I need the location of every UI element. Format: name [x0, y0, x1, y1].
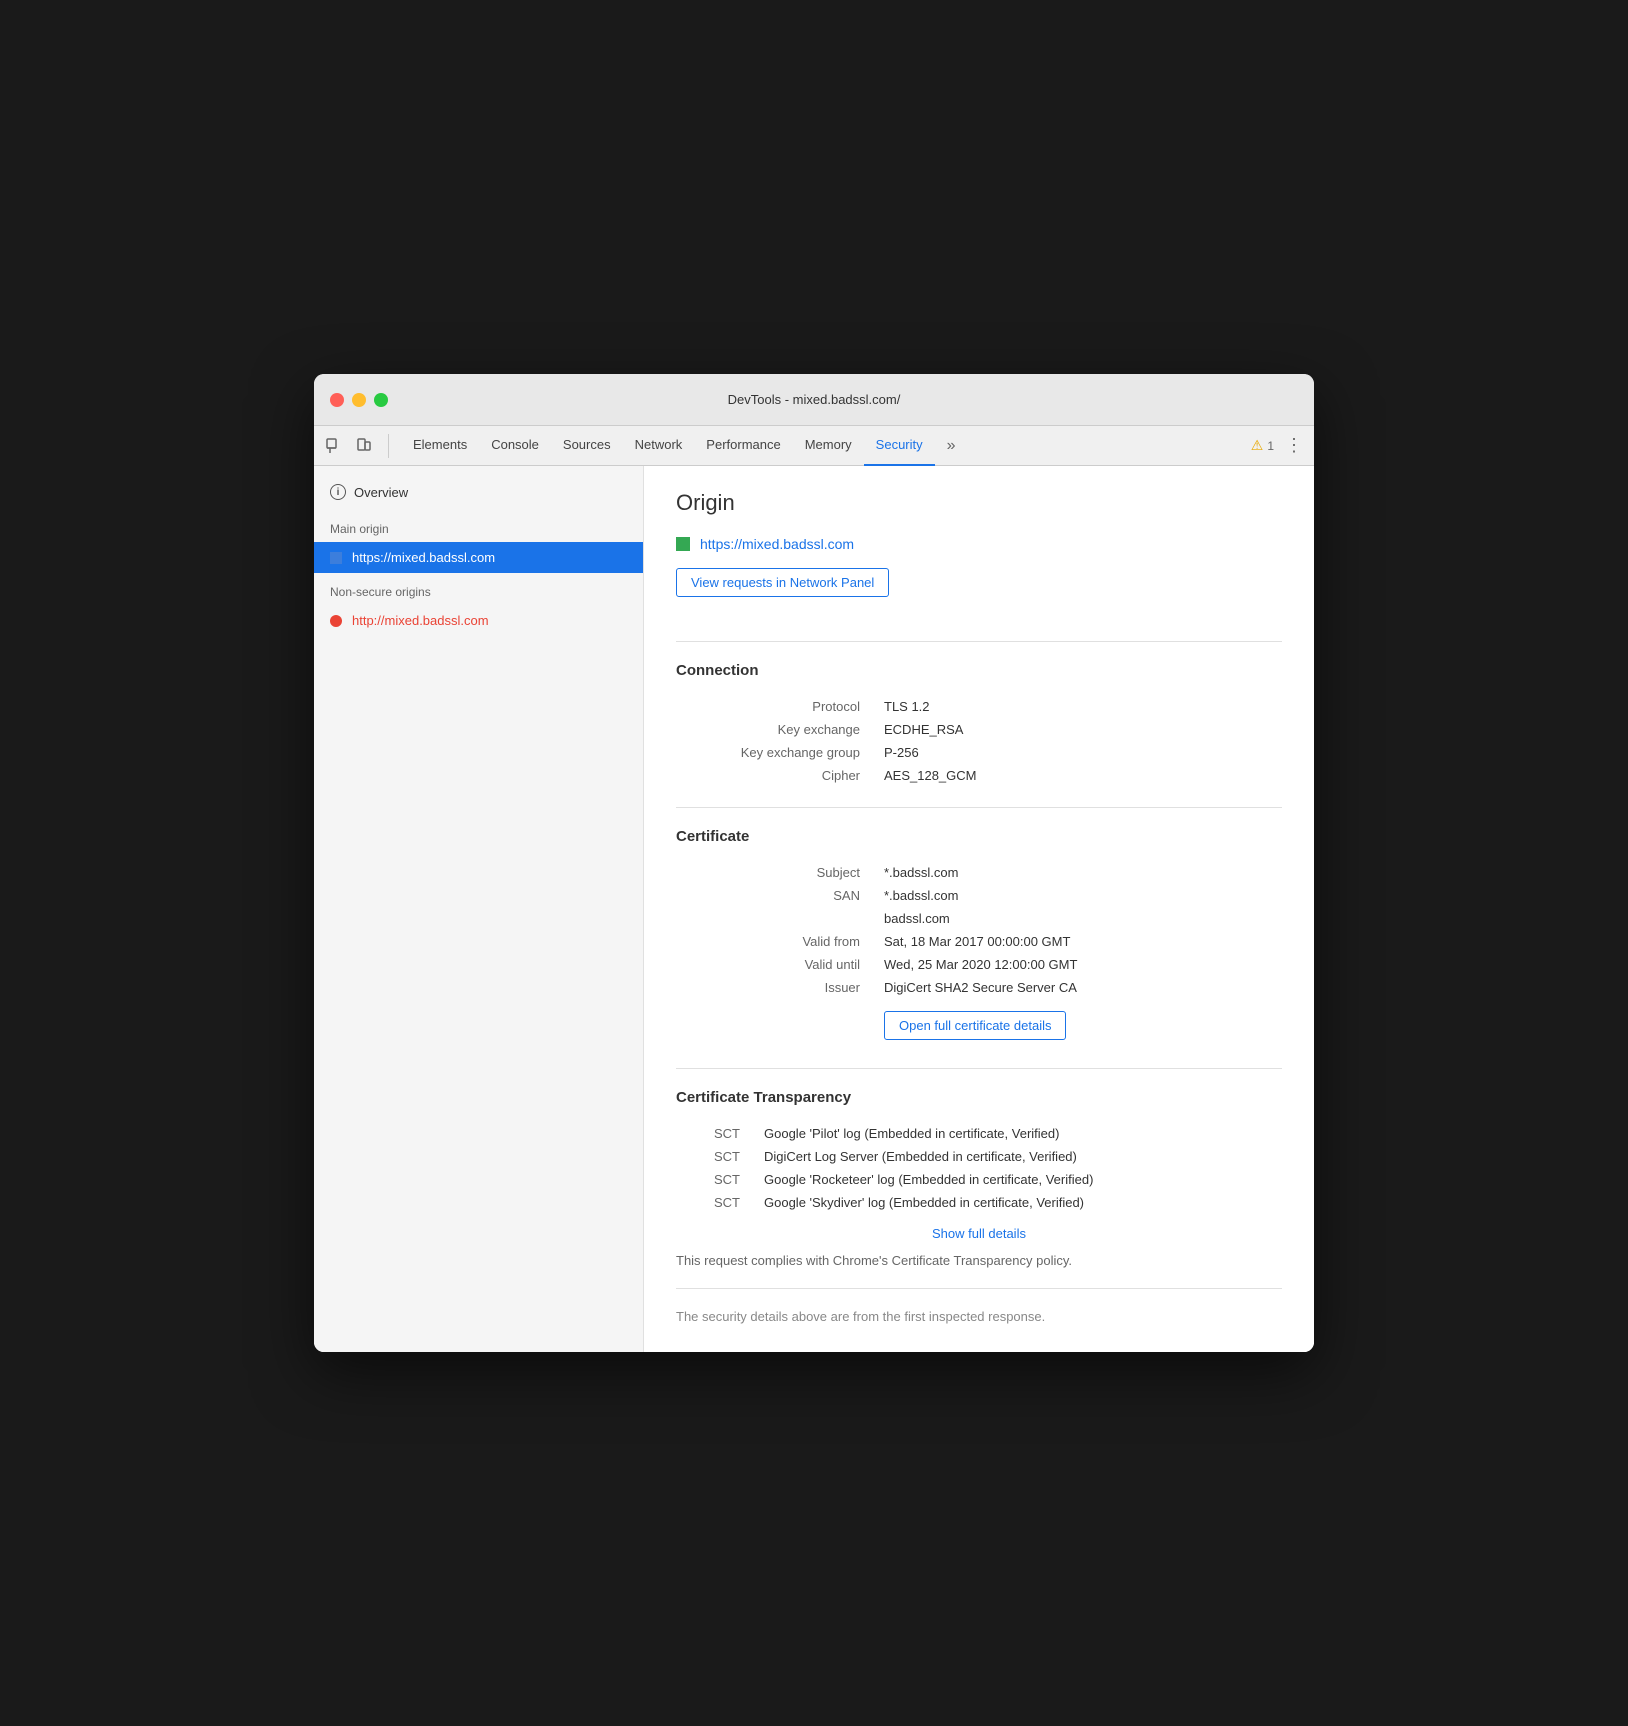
cipher-value: AES_128_GCM [876, 764, 1282, 787]
devtools-window: DevTools - mixed.badssl.com/ Elements [314, 374, 1314, 1352]
connection-heading: Connection [676, 662, 1282, 679]
content-panel: Origin https://mixed.badssl.com View req… [644, 466, 1314, 1352]
san-row-2: badssl.com [676, 907, 1282, 930]
close-button[interactable] [330, 393, 344, 407]
key-exchange-group-value: P-256 [876, 741, 1282, 764]
sidebar-main-origin-label: Main origin [314, 510, 643, 542]
sct-label-2: SCT [676, 1145, 756, 1168]
valid-until-row: Valid until Wed, 25 Mar 2020 12:00:00 GM… [676, 953, 1282, 976]
info-icon: i [330, 484, 346, 500]
window-title: DevTools - mixed.badssl.com/ [728, 392, 901, 407]
sct-label-1: SCT [676, 1122, 756, 1145]
warning-icon: ⚠ [1251, 437, 1264, 454]
maximize-button[interactable] [374, 393, 388, 407]
view-network-button[interactable]: View requests in Network Panel [676, 568, 889, 597]
valid-until-label: Valid until [676, 953, 876, 976]
main-layout: i Overview Main origin https://mixed.bad… [314, 466, 1314, 1352]
main-origin-url: https://mixed.badssl.com [352, 550, 495, 565]
toolbar-right: ⚠ 1 ⋮ [1251, 434, 1306, 458]
insecure-origin-icon [330, 615, 342, 627]
valid-from-label: Valid from [676, 930, 876, 953]
kebab-menu-button[interactable]: ⋮ [1282, 434, 1306, 458]
page-title: Origin [676, 490, 1282, 516]
san-label: SAN [676, 884, 876, 907]
cert-button-row: Open full certificate details [676, 999, 1282, 1048]
sidebar-overview-label: Overview [354, 485, 408, 500]
key-exchange-row: Key exchange ECDHE_RSA [676, 718, 1282, 741]
tab-console[interactable]: Console [479, 426, 551, 466]
subject-value: *.badssl.com [876, 861, 1282, 884]
tab-elements[interactable]: Elements [401, 426, 479, 466]
divider-1 [676, 641, 1282, 642]
sct-value-2: DigiCert Log Server (Embedded in certifi… [756, 1145, 1282, 1168]
protocol-row: Protocol TLS 1.2 [676, 695, 1282, 718]
valid-from-value: Sat, 18 Mar 2017 00:00:00 GMT [876, 930, 1282, 953]
key-exchange-group-row: Key exchange group P-256 [676, 741, 1282, 764]
tab-network[interactable]: Network [623, 426, 695, 466]
open-cert-button[interactable]: Open full certificate details [884, 1011, 1066, 1040]
issuer-value: DigiCert SHA2 Secure Server CA [876, 976, 1282, 999]
origin-secure-icon [676, 537, 690, 551]
sct-row-1: SCT Google 'Pilot' log (Embedded in cert… [676, 1122, 1282, 1145]
origin-url-link[interactable]: https://mixed.badssl.com [700, 536, 854, 552]
device-toggle-icon[interactable] [352, 434, 376, 458]
key-exchange-value: ECDHE_RSA [876, 718, 1282, 741]
san-row-1: SAN *.badssl.com [676, 884, 1282, 907]
divider-3 [676, 1068, 1282, 1069]
connection-table: Protocol TLS 1.2 Key exchange ECDHE_RSA … [676, 695, 1282, 787]
cipher-row: Cipher AES_128_GCM [676, 764, 1282, 787]
transparency-heading: Certificate Transparency [676, 1089, 1282, 1106]
sidebar-overview-item[interactable]: i Overview [314, 474, 643, 510]
issuer-label: Issuer [676, 976, 876, 999]
sct-row-2: SCT DigiCert Log Server (Embedded in cer… [676, 1145, 1282, 1168]
san-value-2: badssl.com [876, 907, 1282, 930]
divider-2 [676, 807, 1282, 808]
sct-row-4: SCT Google 'Skydiver' log (Embedded in c… [676, 1191, 1282, 1214]
valid-from-row: Valid from Sat, 18 Mar 2017 00:00:00 GMT [676, 930, 1282, 953]
show-full-details-link[interactable]: Show full details [676, 1226, 1282, 1241]
sct-row-3: SCT Google 'Rocketeer' log (Embedded in … [676, 1168, 1282, 1191]
origin-url-row: https://mixed.badssl.com [676, 536, 1282, 552]
certificate-heading: Certificate [676, 828, 1282, 845]
cipher-label: Cipher [676, 764, 876, 787]
tab-performance[interactable]: Performance [694, 426, 792, 466]
sidebar-main-origin-item[interactable]: https://mixed.badssl.com [314, 542, 643, 573]
protocol-label: Protocol [676, 695, 876, 718]
secure-origin-icon [330, 552, 342, 564]
sidebar: i Overview Main origin https://mixed.bad… [314, 466, 644, 1352]
sct-value-4: Google 'Skydiver' log (Embedded in certi… [756, 1191, 1282, 1214]
sct-label-4: SCT [676, 1191, 756, 1214]
tab-sources[interactable]: Sources [551, 426, 623, 466]
warning-badge: ⚠ 1 [1251, 437, 1274, 454]
transparency-compliance-note: This request complies with Chrome's Cert… [676, 1253, 1282, 1268]
sct-value-3: Google 'Rocketeer' log (Embedded in cert… [756, 1168, 1282, 1191]
toolbar: Elements Console Sources Network Perform… [314, 426, 1314, 466]
san-value-1: *.badssl.com [876, 884, 1282, 907]
more-tabs-button[interactable]: » [939, 426, 964, 466]
window-controls [330, 393, 388, 407]
sidebar-non-secure-label: Non-secure origins [314, 573, 643, 605]
issuer-row: Issuer DigiCert SHA2 Secure Server CA [676, 976, 1282, 999]
footer-note: The security details above are from the … [676, 1288, 1282, 1328]
sct-value-1: Google 'Pilot' log (Embedded in certific… [756, 1122, 1282, 1145]
subject-label: Subject [676, 861, 876, 884]
key-exchange-group-label: Key exchange group [676, 741, 876, 764]
sidebar-non-secure-item[interactable]: http://mixed.badssl.com [314, 605, 643, 636]
toolbar-icon-group [322, 434, 389, 458]
tab-security[interactable]: Security [864, 426, 935, 466]
titlebar: DevTools - mixed.badssl.com/ [314, 374, 1314, 426]
minimize-button[interactable] [352, 393, 366, 407]
tab-memory[interactable]: Memory [793, 426, 864, 466]
inspect-element-icon[interactable] [322, 434, 346, 458]
protocol-value: TLS 1.2 [876, 695, 1282, 718]
sct-label-3: SCT [676, 1168, 756, 1191]
certificate-table: Subject *.badssl.com SAN *.badssl.com ba… [676, 861, 1282, 1048]
subject-row: Subject *.badssl.com [676, 861, 1282, 884]
sct-table: SCT Google 'Pilot' log (Embedded in cert… [676, 1122, 1282, 1214]
non-secure-url[interactable]: http://mixed.badssl.com [352, 613, 489, 628]
key-exchange-label: Key exchange [676, 718, 876, 741]
valid-until-value: Wed, 25 Mar 2020 12:00:00 GMT [876, 953, 1282, 976]
